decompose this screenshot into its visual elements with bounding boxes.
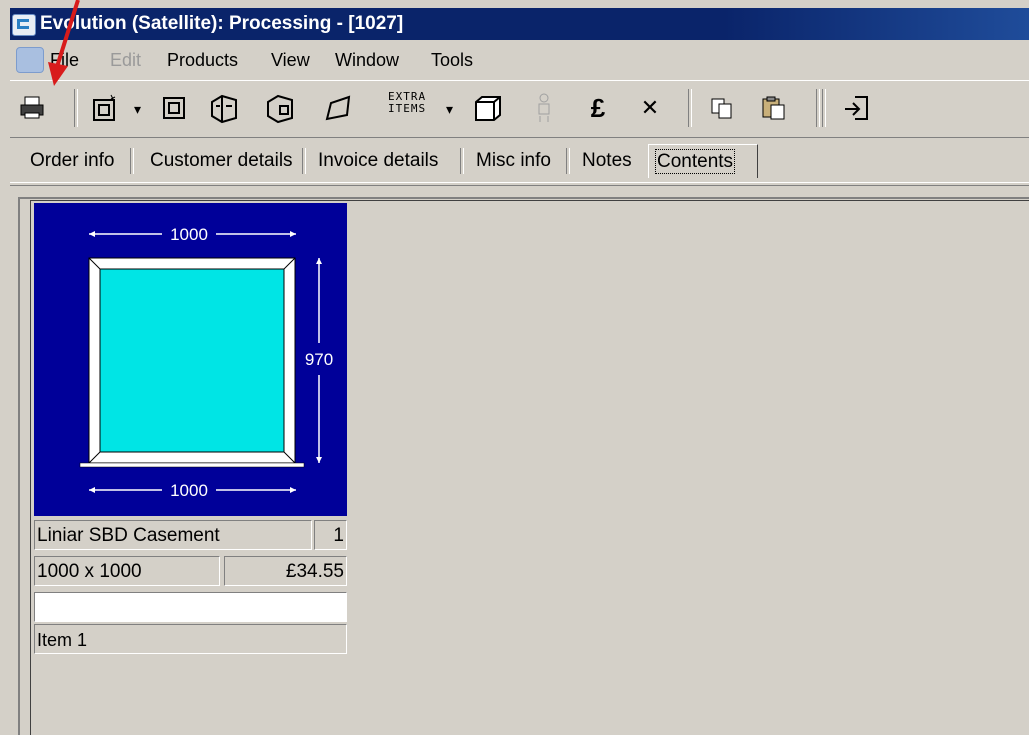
item-quantity: 1 [314,520,347,550]
item-note-field[interactable] [34,592,347,622]
tab-customer-details[interactable]: Customer details [142,144,301,178]
document-icon[interactable] [16,47,44,73]
tab-label: Misc info [476,150,551,171]
toolbar-separator [816,89,820,127]
new-frame-dropdown-icon[interactable]: ▾ [134,101,141,118]
paste-icon[interactable] [756,89,792,127]
box-icon[interactable] [470,89,506,127]
extra-items-dropdown-icon[interactable]: ▾ [446,101,453,118]
item-product-row: Liniar SBD Casement 1 [34,520,347,550]
app-icon[interactable] [12,14,36,36]
menu-products[interactable]: Products [167,50,238,71]
height-label: 970 [305,350,333,369]
tab-label: Customer details [150,150,293,171]
tab-contents[interactable]: Contents [648,144,758,178]
new-frame-icon[interactable] [86,89,122,127]
menu-edit[interactable]: Edit [110,50,141,71]
toolbar-separator [688,89,692,127]
menu-tools[interactable]: Tools [431,50,473,71]
toolbar-separator [74,89,78,127]
item-size: 1000 x 1000 [34,556,220,586]
arrowhead-icon [290,231,296,237]
tab-separator [130,148,134,174]
tab-notes[interactable]: Notes [574,144,640,178]
delete-icon[interactable]: ✕ [632,89,668,127]
menu-window[interactable]: Window [335,50,399,71]
bow-icon[interactable] [262,89,298,127]
tab-separator [460,148,464,174]
tab-invoice-details[interactable]: Invoice details [310,144,446,178]
item-price: £34.55 [224,556,347,586]
window-sill [79,462,305,468]
tab-label: Notes [582,150,632,171]
arrowhead-icon [89,487,95,493]
square-frame-icon[interactable] [156,89,192,127]
arrowhead-icon [89,231,95,237]
copy-icon[interactable] [704,89,740,127]
menu-view[interactable]: View [271,50,310,71]
item-size-row: 1000 x 1000 £34.55 [34,556,347,586]
item-name-row: Item 1 [34,624,347,654]
tab-strip: Order info Customer details Invoice deta… [10,140,1029,182]
extra-items-line2: ITEMS [388,102,427,115]
exit-icon[interactable] [838,89,874,127]
toolbar-separator [822,89,826,127]
window-diagram: 1000 970 1000 [79,225,333,500]
window-title: Evolution (Satellite): Processing - [102… [40,13,404,34]
menu-bar: File Edit Products View Window Tools [10,41,1029,79]
arrowhead-icon [316,258,322,264]
menu-file[interactable]: File [50,50,79,71]
tab-misc-info[interactable]: Misc info [468,144,559,178]
tab-separator [566,148,570,174]
extra-items-icon[interactable]: EXTRA ITEMS [388,91,426,115]
tab-label: Contents [654,149,736,174]
print-icon[interactable] [14,89,50,127]
title-bar[interactable]: Evolution (Satellite): Processing - [102… [10,8,1029,40]
tab-label: Invoice details [318,150,439,171]
toolbar: ▾ EXTRA ITEMS ▾ £ ✕ [10,80,1029,138]
tab-order-info[interactable]: Order info [22,144,122,178]
arrowhead-icon [316,457,322,463]
tab-separator [302,148,306,174]
pound-icon[interactable]: £ [580,89,616,127]
arrowhead-icon [290,487,296,493]
bay-icon[interactable] [206,89,242,127]
width-label-bottom: 1000 [170,481,208,500]
figure-icon[interactable] [526,89,562,127]
width-label-top: 1000 [170,225,208,244]
item-product-name: Liniar SBD Casement [34,520,312,550]
item-name: Item 1 [34,624,347,654]
window-drawing[interactable]: 1000 970 1000 [34,203,347,516]
tab-label: Order info [30,150,115,171]
glass-pane [99,268,285,453]
shaped-icon[interactable] [320,89,356,127]
tab-divider [10,182,1029,186]
